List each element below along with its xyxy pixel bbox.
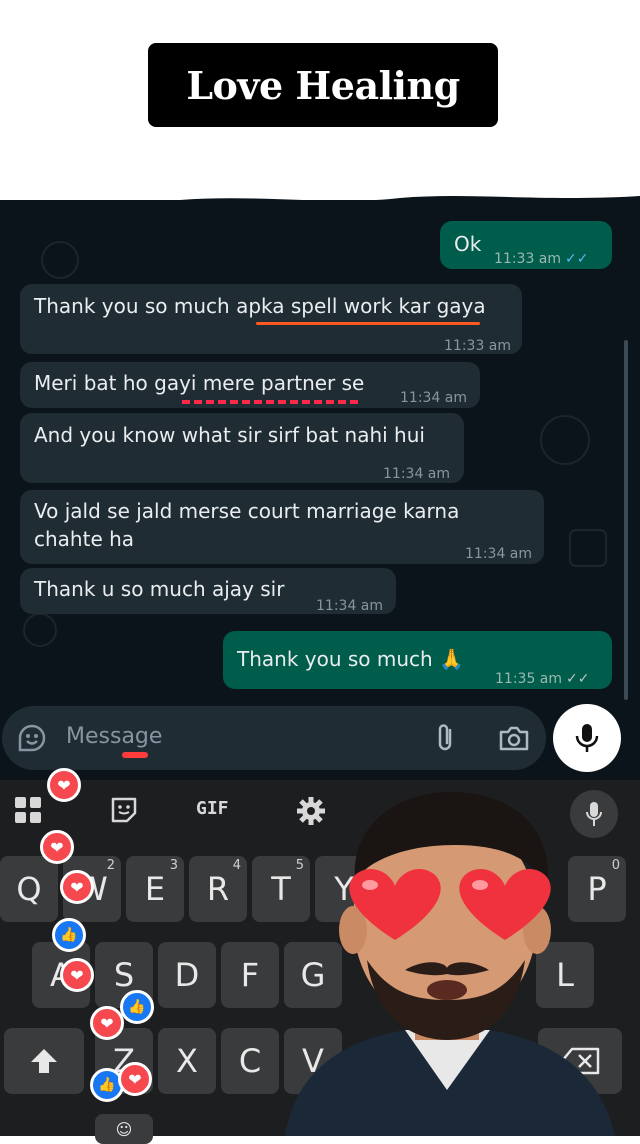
shift-icon	[31, 1049, 57, 1073]
underline-mark	[122, 752, 148, 758]
scrollbar[interactable]	[624, 340, 628, 700]
key-e[interactable]: E3	[126, 856, 184, 922]
highlight-underline	[182, 400, 358, 404]
key-r[interactable]: R4	[189, 856, 247, 922]
message-composer[interactable]: Message	[2, 706, 546, 770]
key-d[interactable]: D	[158, 942, 216, 1008]
like-reaction-icon: 👍	[52, 918, 86, 952]
message-time: 11:34 am	[316, 598, 384, 614]
gif-button[interactable]: GIF	[196, 798, 229, 819]
message-time: 11:34 am	[400, 390, 468, 406]
message-time: 11:35 am ✓✓	[495, 671, 590, 687]
message-text: Ok	[454, 232, 482, 256]
message-text: Meri bat ho gayi mere partner se	[34, 371, 365, 395]
message-input[interactable]: Message	[66, 724, 162, 749]
highlight-underline	[256, 322, 480, 325]
heart-reaction-icon: ❤	[60, 870, 94, 904]
read-ticks-icon: ✓✓	[566, 671, 590, 687]
heart-reaction-icon: ❤	[60, 958, 94, 992]
message-text: And you know what sir sirf bat nahi hui	[34, 423, 425, 447]
key-x[interactable]: X	[158, 1028, 216, 1094]
message-text: Vo jald se jald merse court marriage kar…	[34, 499, 460, 551]
like-reaction-icon: 👍	[120, 990, 154, 1024]
camera-icon[interactable]	[498, 724, 530, 752]
shift-key[interactable]	[4, 1028, 84, 1094]
message-outgoing[interactable]: Ok 11:33 am ✓✓	[440, 221, 612, 269]
message-time: 11:33 am ✓✓	[494, 251, 589, 267]
voice-record-button[interactable]	[553, 704, 621, 772]
attach-icon[interactable]	[432, 722, 460, 754]
mic-icon	[575, 724, 599, 752]
overlay-title: Love Healing	[148, 43, 498, 127]
message-text: Thank you so much apka spell work kar ga…	[34, 294, 486, 318]
emoji-sticker-icon[interactable]	[16, 722, 48, 754]
message-incoming[interactable]: Thank you so much apka spell work kar ga…	[20, 284, 522, 354]
heart-reaction-icon: ❤	[90, 1006, 124, 1040]
message-incoming[interactable]: Vo jald se jald merse court marriage kar…	[20, 490, 544, 564]
message-time: 11:33 am	[444, 338, 512, 354]
message-time: 11:34 am	[465, 546, 533, 562]
message-text: Thank you so much 🙏	[237, 647, 464, 671]
message-time: 11:34 am	[383, 466, 451, 482]
heart-reaction-icon: ❤	[47, 768, 81, 802]
message-incoming[interactable]: And you know what sir sirf bat nahi hui …	[20, 413, 464, 483]
key-q[interactable]: Q	[0, 856, 58, 922]
cartoon-avatar	[255, 790, 640, 1136]
apps-grid-icon[interactable]	[14, 796, 42, 824]
message-outgoing[interactable]: Thank you so much 🙏 11:35 am ✓✓	[223, 631, 612, 689]
message-text: Thank u so much ajay sir	[34, 577, 285, 601]
heart-reaction-icon: ❤	[40, 830, 74, 864]
message-incoming[interactable]: Thank u so much ajay sir 11:34 am	[20, 568, 396, 614]
emoji-key[interactable]: ☺	[95, 1114, 153, 1144]
sticker-icon[interactable]	[110, 796, 138, 824]
read-ticks-icon: ✓✓	[565, 251, 589, 267]
heart-reaction-icon: ❤	[118, 1062, 152, 1096]
